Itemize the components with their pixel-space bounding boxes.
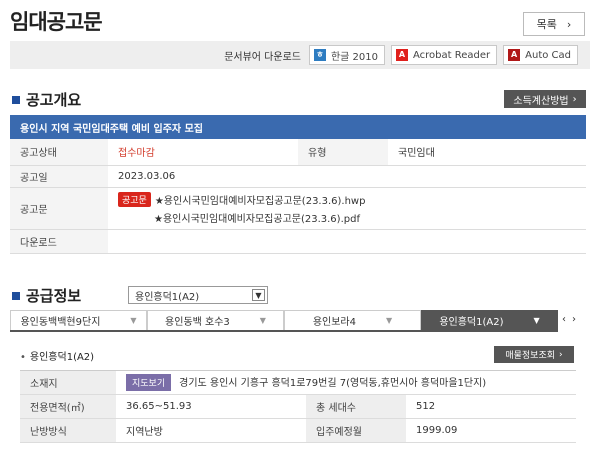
- autocad-download-button[interactable]: A Auto Cad: [503, 45, 578, 65]
- hwp-icon: ㅎ: [313, 49, 326, 61]
- movein-label: 입주예정월: [306, 418, 406, 443]
- triangle-down-icon: ▼: [259, 316, 266, 325]
- tab-label: 용인흥덕1(A2): [439, 317, 504, 328]
- autocad-icon: A: [508, 49, 521, 61]
- location-label: 소재지: [20, 370, 116, 395]
- triangle-down-icon: ▼: [386, 316, 393, 325]
- status-value: 접수마감: [108, 139, 298, 166]
- map-view-button[interactable]: 지도보기: [126, 374, 172, 391]
- table-row: 공고상태 접수마감 유형 국민임대: [10, 139, 586, 166]
- doc-cell: 공고문 ★용인시국민임대예비자모집공고문(23.3.6).hwp ★용인시국민임…: [108, 187, 586, 230]
- doc-label: 공고문: [10, 187, 108, 230]
- tab-prev-icon[interactable]: ‹: [562, 314, 566, 325]
- doc-viewer-bar: 문서뷰어 다운로드 ㅎ 한글 2010 A Acrobat Reader A A…: [10, 41, 590, 69]
- doc-badge: 공고문: [118, 191, 151, 207]
- overview-section-title: 공고개요: [12, 89, 81, 110]
- download-label: 다운로드: [10, 229, 108, 254]
- tab-next-icon[interactable]: ›: [572, 314, 576, 325]
- complex-select-value: 용인흥덕1(A2): [135, 291, 200, 303]
- notice-title-bar: 용인시 지역 국민임대주택 예비 입주자 모집: [10, 115, 586, 139]
- heating-value: 지역난방: [116, 418, 306, 443]
- heating-label: 난방방식: [20, 418, 116, 443]
- acrobat-download-label: Acrobat Reader: [413, 49, 491, 61]
- households-value: 512: [406, 394, 576, 419]
- pdf-icon: A: [396, 49, 408, 61]
- doc-file-pdf-link[interactable]: ★용인시국민임대예비자모집공고문(23.3.6).pdf: [154, 210, 360, 225]
- listing-info-label: 매물정보조회: [505, 351, 556, 361]
- tab-scroll-arrows: ‹ ›: [562, 314, 576, 325]
- income-calc-label: 소득계산방법: [513, 95, 569, 107]
- table-row: 공고문 공고문 ★용인시국민임대예비자모집공고문(23.3.6).hwp ★용인…: [10, 187, 586, 230]
- tab-label: 용인동백 호수3: [165, 317, 230, 328]
- tab-complex-3[interactable]: 용인보라4 ▼: [284, 310, 421, 330]
- complex-subtitle: • 용인흥덕1(A2): [20, 348, 94, 363]
- tab-complex-1[interactable]: 용인동백백현9단지 ▼: [10, 310, 147, 330]
- complex-select[interactable]: 용인흥덕1(A2) ▼: [128, 286, 268, 304]
- square-bullet-icon: [12, 95, 20, 104]
- square-bullet-icon: [12, 291, 20, 300]
- doc-file-hwp-link[interactable]: ★용인시국민임대예비자모집공고문(23.3.6).hwp: [155, 192, 366, 207]
- supply-title-text: 공급정보: [26, 287, 82, 305]
- complex-subtitle-text: 용인흥덕1(A2): [29, 352, 95, 363]
- acrobat-download-button[interactable]: A Acrobat Reader: [391, 45, 498, 65]
- overview-title-text: 공고개요: [26, 91, 82, 109]
- households-label: 총 세대수: [306, 394, 406, 419]
- hwp-download-label: 한글 2010: [330, 51, 378, 63]
- table-row: 난방방식 지역난방 입주예정월 1999.09: [20, 418, 576, 443]
- income-calc-button[interactable]: 소득계산방법 ›: [504, 90, 586, 108]
- date-label: 공고일: [10, 165, 108, 188]
- movein-value: 1999.09: [406, 418, 576, 443]
- complex-tabs: 용인동백백현9단지 ▼ 용인동백 호수3 ▼ 용인보라4 ▼ 용인흥덕1(A2)…: [10, 310, 558, 332]
- table-row: 다운로드: [10, 229, 586, 254]
- list-button[interactable]: 목록 ›: [523, 12, 585, 36]
- location-value: 경기도 용인시 기흥구 흥덕1로79번길 7(영덕동,휴먼시아 흥덕마을1단지): [179, 378, 487, 389]
- area-label: 전용면적(㎡): [20, 394, 116, 419]
- table-row: 소재지 지도보기 경기도 용인시 기흥구 흥덕1로79번길 7(영덕동,휴먼시아 …: [20, 370, 576, 395]
- chevron-right-icon: ›: [559, 349, 563, 360]
- type-label: 유형: [298, 139, 388, 166]
- autocad-download-label: Auto Cad: [525, 49, 571, 61]
- chevron-down-icon: ▼: [252, 289, 265, 301]
- chevron-right-icon: ›: [572, 93, 577, 105]
- status-label: 공고상태: [10, 139, 108, 166]
- listing-info-button[interactable]: 매물정보조회 ›: [494, 346, 574, 363]
- hwp-download-button[interactable]: ㅎ 한글 2010: [308, 45, 385, 65]
- notice-info-table: 공고상태 접수마감 유형 국민임대 공고일 2023.03.06 공고문 공고문…: [10, 139, 586, 254]
- chevron-right-icon: ›: [566, 17, 572, 31]
- table-row: 공고일 2023.03.06: [10, 165, 586, 188]
- triangle-down-icon: ▼: [130, 316, 137, 325]
- tab-complex-2[interactable]: 용인동백 호수3 ▼: [147, 310, 284, 330]
- area-value: 36.65~51.93: [116, 394, 306, 419]
- supply-section-title: 공급정보: [12, 285, 81, 306]
- doc-viewer-label: 문서뷰어 다운로드: [224, 51, 301, 63]
- triangle-down-icon: ▼: [533, 316, 540, 325]
- page-title: 임대공고문: [10, 10, 103, 34]
- download-value: [108, 229, 586, 254]
- tab-label: 용인보라4: [312, 317, 356, 328]
- list-button-label: 목록: [536, 18, 557, 31]
- table-row: 전용면적(㎡) 36.65~51.93 총 세대수 512: [20, 394, 576, 419]
- type-value: 국민임대: [388, 139, 586, 166]
- tab-label: 용인동백백현9단지: [20, 317, 101, 328]
- bullet-icon: •: [20, 352, 26, 363]
- complex-detail-table: 소재지 지도보기 경기도 용인시 기흥구 흥덕1로79번길 7(영덕동,휴먼시아 …: [20, 370, 576, 443]
- tab-complex-4[interactable]: 용인흥덕1(A2) ▼: [421, 310, 558, 330]
- location-cell: 지도보기 경기도 용인시 기흥구 흥덕1로79번길 7(영덕동,휴먼시아 흥덕마을…: [116, 370, 576, 395]
- date-value: 2023.03.06: [108, 165, 586, 188]
